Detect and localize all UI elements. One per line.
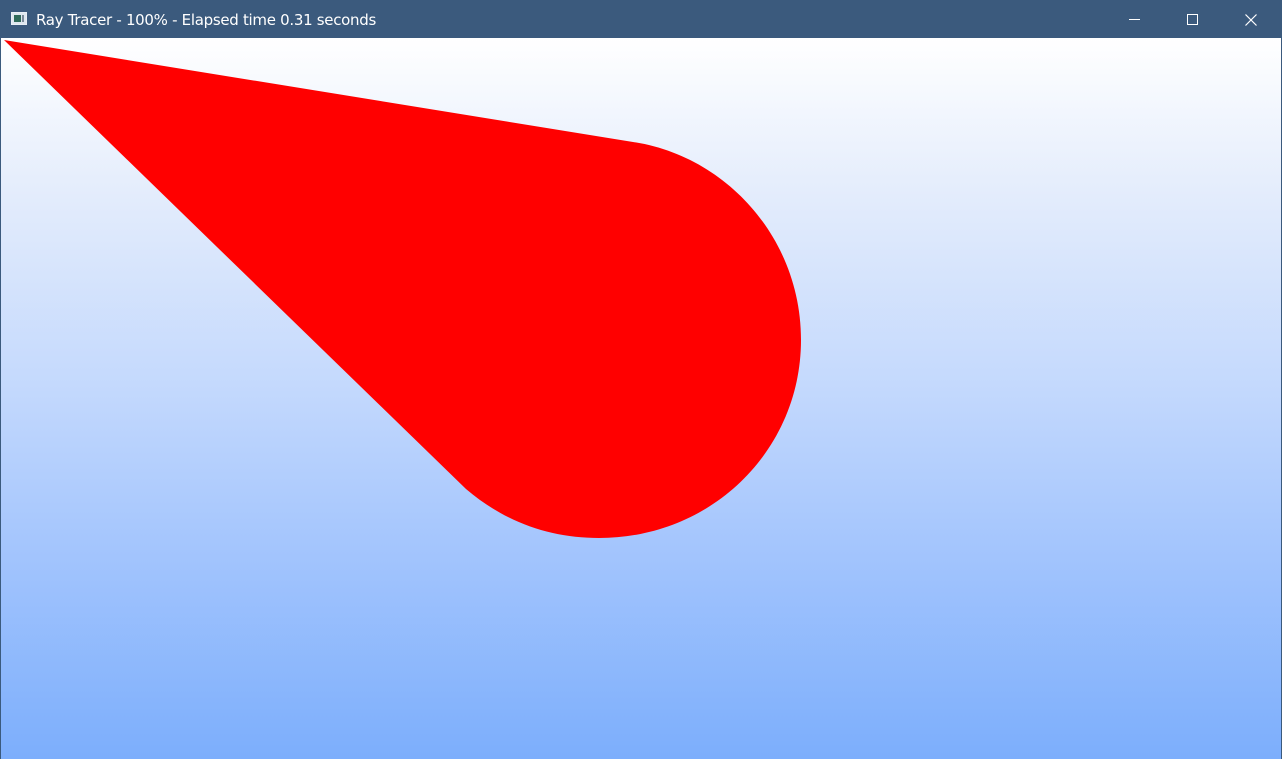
render-canvas (1, 38, 1281, 759)
app-window: Ray Tracer - 100% - Elapsed time 0.31 se… (0, 0, 1282, 759)
minimize-icon (1129, 19, 1140, 20)
red-shape (4, 40, 801, 538)
close-icon (1245, 14, 1257, 26)
window-title: Ray Tracer - 100% - Elapsed time 0.31 se… (36, 11, 376, 29)
app-window-icon[interactable] (11, 12, 27, 25)
close-button[interactable] (1221, 1, 1279, 38)
maximize-button[interactable] (1163, 1, 1221, 38)
maximize-icon (1187, 14, 1198, 25)
app-icon-pane (14, 15, 21, 22)
app-icon-pane-side (22, 15, 24, 22)
minimize-button[interactable] (1105, 1, 1163, 38)
render-scene (4, 40, 801, 538)
title-bar[interactable]: Ray Tracer - 100% - Elapsed time 0.31 se… (1, 1, 1281, 38)
